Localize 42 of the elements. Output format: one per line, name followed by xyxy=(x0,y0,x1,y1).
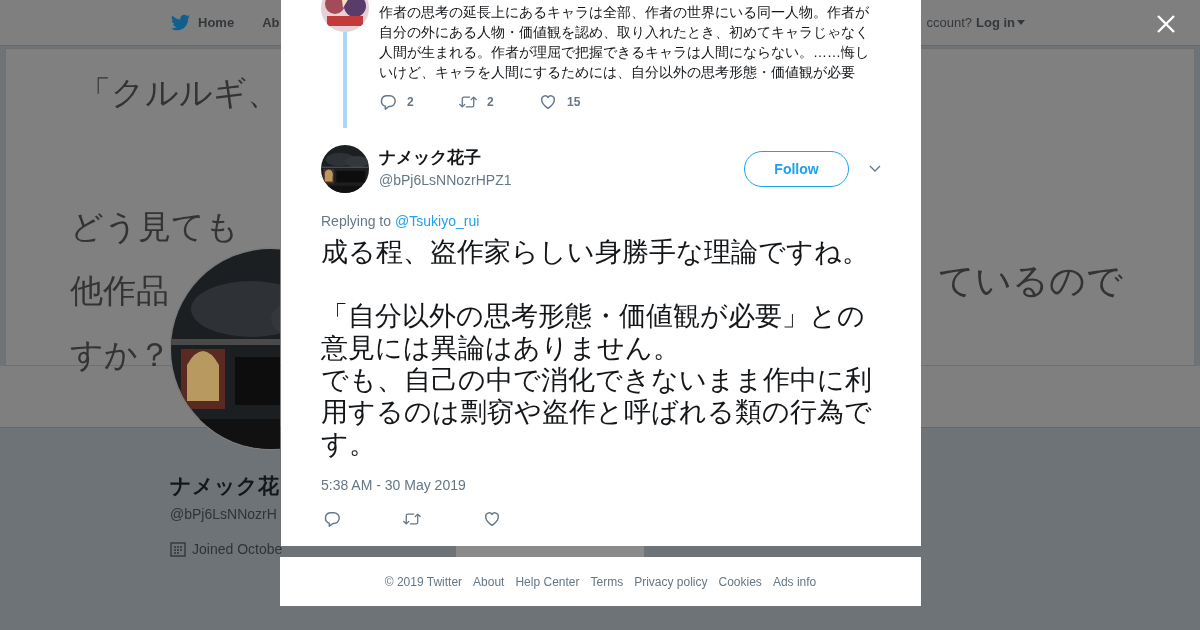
reply-icon[interactable] xyxy=(323,510,341,528)
footer-link[interactable]: Help Center xyxy=(515,572,580,591)
tweet-text: 「自分以外の思考形態・価値観が必要」との意見には異論はありません。 xyxy=(321,300,866,364)
calendar-icon xyxy=(170,541,186,557)
footer-link[interactable]: Cookies xyxy=(718,572,762,591)
joined-date: Joined Octobe xyxy=(192,539,283,559)
heart-icon[interactable] xyxy=(483,510,501,528)
action-count: 15 xyxy=(567,94,581,111)
profile-name: ナメック花 xyxy=(170,473,279,499)
tweet-timestamp: 5:38 AM - 30 May 2019 xyxy=(321,476,467,495)
author-handle: @bPj6LsNNozrHPZ1 xyxy=(379,171,512,190)
action-count: 2 xyxy=(487,94,494,111)
mention-link[interactable]: @Tsukiyo_rui xyxy=(395,211,480,232)
footer-link[interactable]: About xyxy=(473,572,505,591)
header-text-line: すか？ xyxy=(70,335,171,375)
nav-link[interactable]: Ab xyxy=(262,12,280,33)
close-icon[interactable] xyxy=(1157,15,1175,33)
login-link[interactable]: Log in xyxy=(976,12,1025,33)
chevron-down-icon[interactable] xyxy=(869,165,881,173)
heart-icon[interactable] xyxy=(539,93,557,111)
nav-link[interactable]: Home xyxy=(171,12,235,33)
header-text-line: ているので xyxy=(938,259,1123,303)
bird-icon xyxy=(171,13,190,32)
action-count: 2 xyxy=(407,94,414,111)
retweet-icon[interactable] xyxy=(403,510,421,528)
header-text-line: どう見ても xyxy=(70,207,239,247)
footer-link[interactable]: Privacy policy xyxy=(634,572,708,591)
retweet-icon[interactable] xyxy=(459,93,477,111)
tweet-text: でも、自己の中で消化できないまま作中に利用するのは剽窃や盗作と呼ばれる類の行為です。 xyxy=(321,364,873,460)
tweet-text: 作者の思考の延長上にあるキャラは全部、作者の世界にいる同一人物。作者が自分の外にある人物・価値観を認め、取り入れたとき、初めてキャラじゃなく人間が生まれる。作者が理屈で把握できるキャラは人間にならない。……悔しいけど、キャラを人間にするためには、自分以外の思考形態・価値観が必要 xyxy=(379,3,870,82)
copyright-text: © 2019 Twitter xyxy=(384,573,463,591)
login-prompt: ccount? xyxy=(926,13,972,32)
reply-icon[interactable] xyxy=(379,93,397,111)
footer-link[interactable]: Ads info xyxy=(772,572,817,591)
caret-icon xyxy=(1017,20,1025,25)
footer-link[interactable]: Terms xyxy=(590,572,624,591)
author-name: ナメック花子 xyxy=(379,147,481,169)
tweet-text: 成る程、盗作家らしい身勝手な理論ですね。 xyxy=(321,236,870,268)
header-text-line: 「クルルギ、 xyxy=(77,73,280,113)
header-text-line: 他作品 xyxy=(70,271,169,311)
replying-label: Replying to xyxy=(321,212,392,231)
profile-handle: @bPj6LsNNozrH xyxy=(170,504,277,524)
